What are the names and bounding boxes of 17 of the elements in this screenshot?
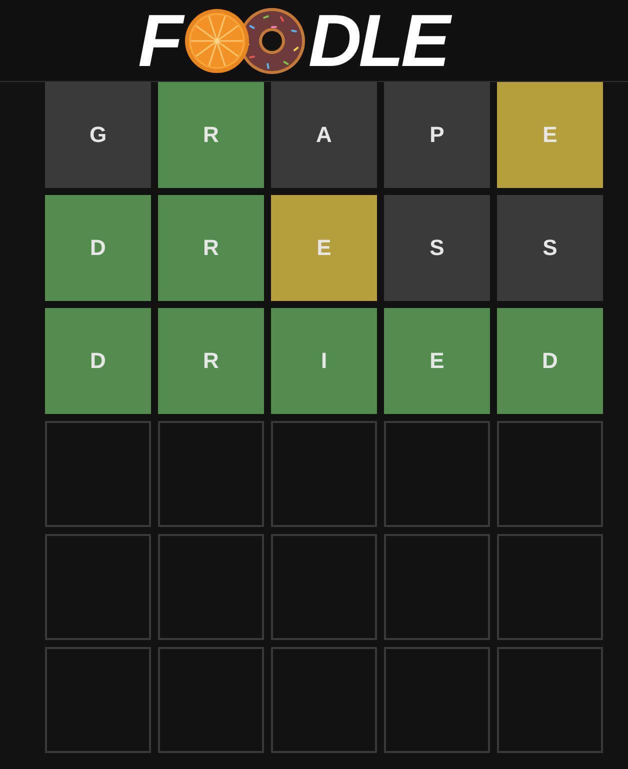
letter-tile: E <box>497 82 603 188</box>
letter-tile: R <box>158 195 264 301</box>
letter-tile: P <box>384 82 490 188</box>
letter-tile: D <box>497 308 603 414</box>
letter-tile: R <box>158 82 264 188</box>
letter-tile: S <box>384 195 490 301</box>
letter-tile: S <box>497 195 603 301</box>
letter-tile: D <box>45 195 151 301</box>
letter-tile: E <box>271 195 377 301</box>
letter-tile: D <box>45 308 151 414</box>
letter-tile: G <box>45 82 151 188</box>
letter-tile: E <box>384 308 490 414</box>
letter-tile: I <box>271 308 377 414</box>
letter-tile: R <box>158 308 264 414</box>
letter-tile: A <box>271 82 377 188</box>
citrus-slice-icon <box>184 8 250 74</box>
logo-text: F <box>138 4 180 78</box>
